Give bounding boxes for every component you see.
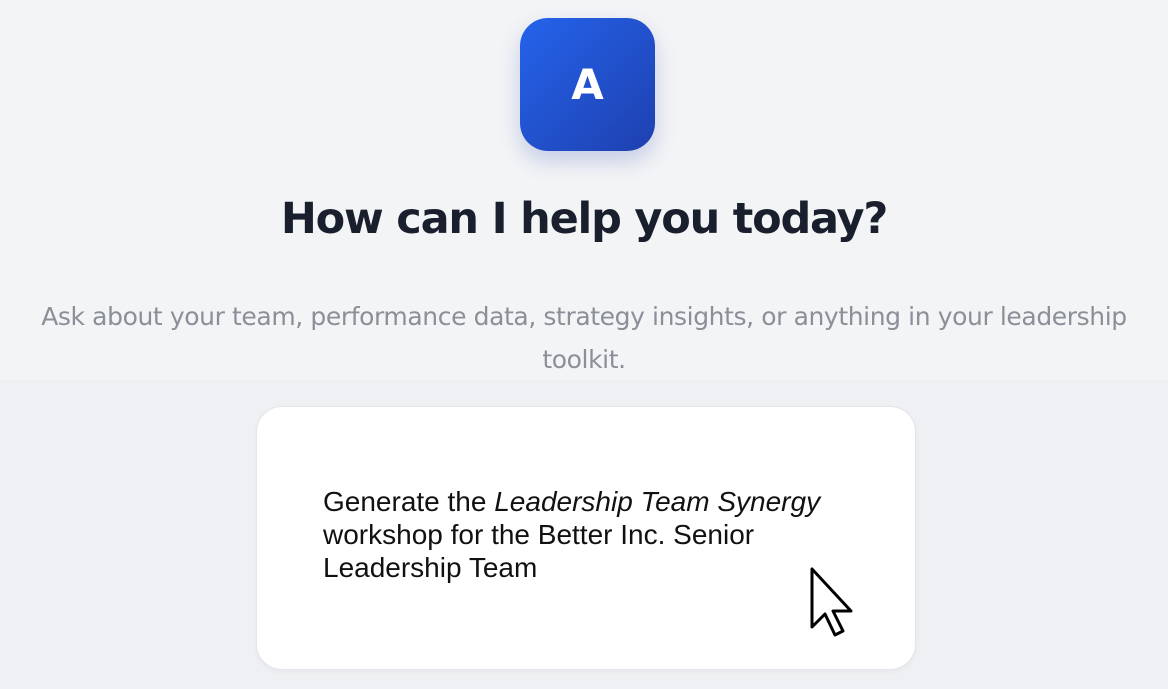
suggested-prompt-card[interactable]: Generate the Leadership Team Synergy wor… (256, 406, 916, 670)
prompt-text-start: Generate the (323, 486, 495, 517)
prompt-text-end: workshop for the Better Inc. Senior Lead… (323, 519, 755, 583)
suggested-prompt-text: Generate the Leadership Team Synergy wor… (323, 485, 863, 584)
prompt-text-workshop-name: Leadership Team Synergy (494, 486, 821, 517)
page-subtitle: Ask about your team, performance data, s… (41, 302, 1127, 374)
mouse-pointer-icon (810, 567, 853, 637)
logo-letter: A (571, 59, 604, 109)
page-heading: How can I help you today? (280, 194, 888, 244)
app-logo: A (520, 18, 655, 151)
